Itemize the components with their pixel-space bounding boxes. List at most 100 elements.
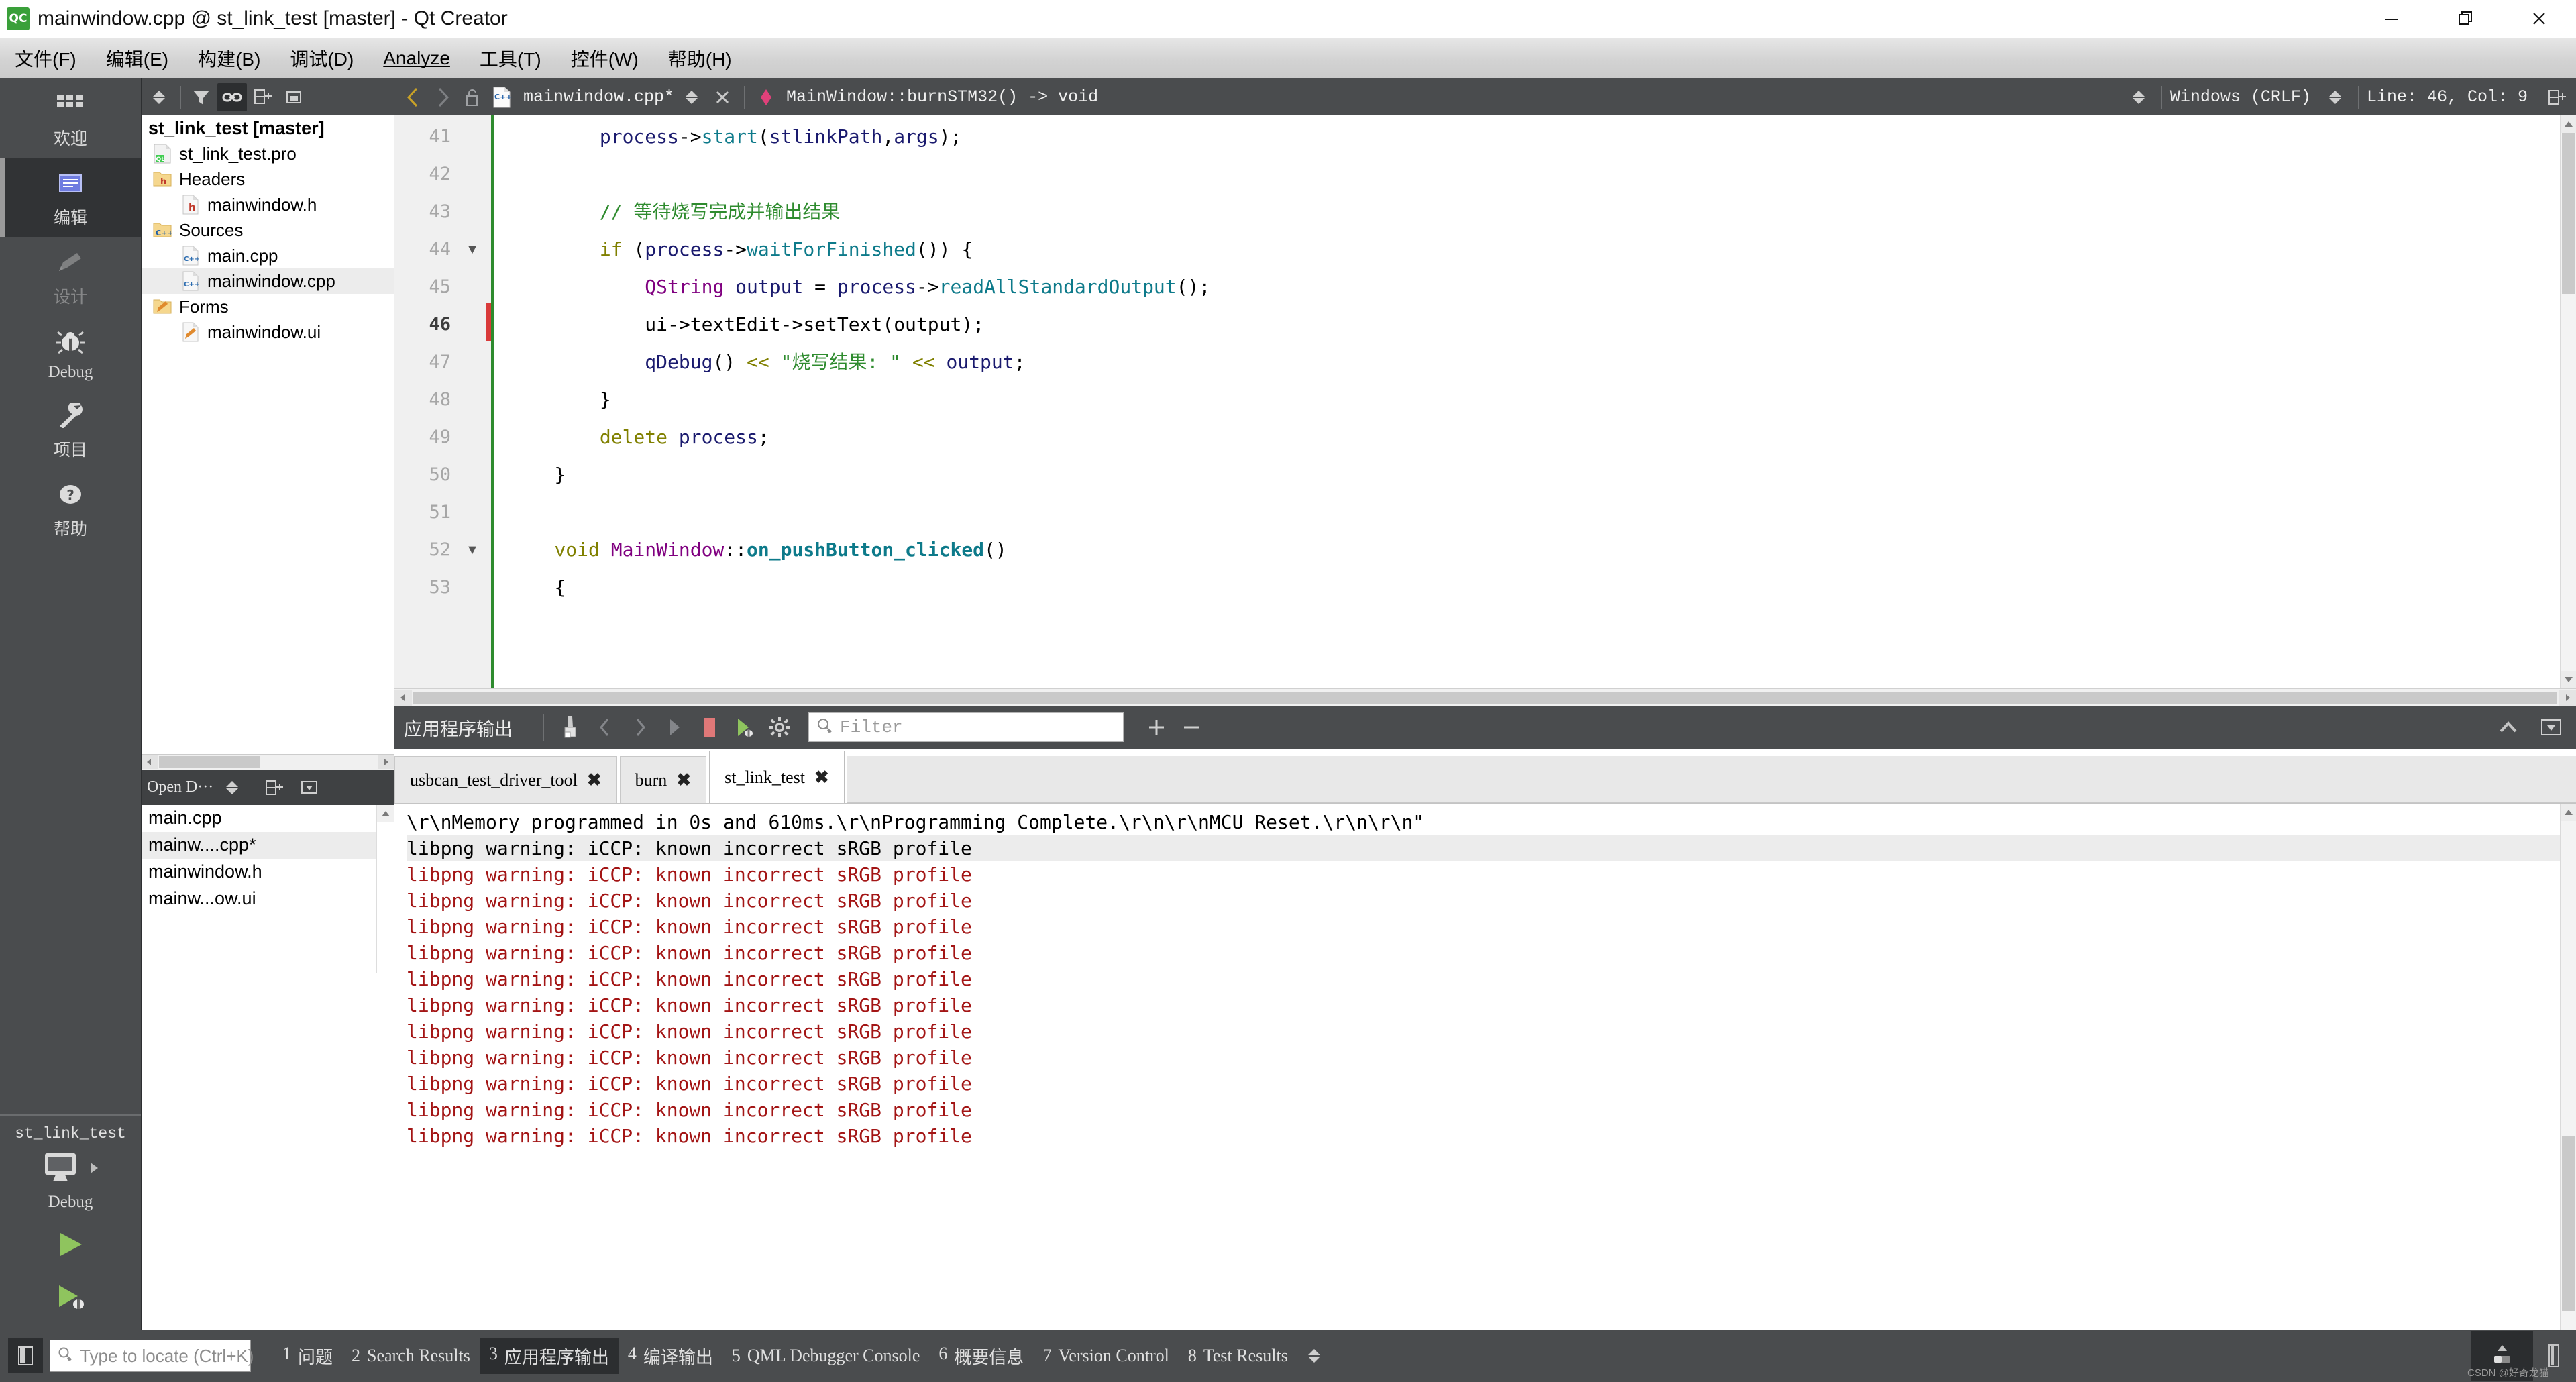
- list-item[interactable]: mainw...ow.ui: [142, 886, 394, 912]
- scroll-thumb[interactable]: [2562, 133, 2575, 294]
- tree-row[interactable]: C++ mainwindow.cpp: [142, 268, 394, 294]
- project-tree-hscrollbar[interactable]: [142, 754, 394, 770]
- scroll-up-arrow-icon[interactable]: [2561, 115, 2576, 133]
- stop-icon[interactable]: [694, 712, 725, 743]
- fold-indicator-column[interactable]: ▼▼: [459, 115, 486, 688]
- locator-input[interactable]: Type to locate (Ctrl+K): [50, 1340, 251, 1372]
- code-line[interactable]: [509, 156, 2560, 193]
- output-line[interactable]: libpng warning: iCCP: known incorrect sR…: [407, 992, 2560, 1018]
- unlock-icon[interactable]: [459, 84, 486, 111]
- mode-welcome[interactable]: 欢迎: [0, 78, 141, 158]
- clear-output-icon[interactable]: [555, 712, 586, 743]
- output-tab-burn[interactable]: burn ✖: [620, 756, 706, 803]
- document-list-spin-icon[interactable]: [680, 84, 706, 111]
- line-ending-selector[interactable]: Windows (CRLF): [2170, 87, 2311, 107]
- spin-icon[interactable]: [146, 83, 175, 111]
- split-editor-icon[interactable]: [2544, 84, 2571, 111]
- progress-details-icon[interactable]: CSDN @好奇龙猫: [2471, 1331, 2533, 1381]
- output-line[interactable]: libpng warning: iCCP: known incorrect sR…: [407, 835, 2560, 861]
- status-item-compile-output[interactable]: 4 编译输出: [619, 1338, 722, 1374]
- menu-debug[interactable]: 调试(D): [275, 42, 368, 74]
- list-item[interactable]: main.cpp: [142, 805, 394, 832]
- current-symbol[interactable]: MainWindow::burnSTM32() -> void: [786, 87, 1098, 107]
- settings-gear-icon[interactable]: [764, 712, 795, 743]
- close-tab-icon[interactable]: ✖: [587, 770, 602, 790]
- code-line[interactable]: [509, 494, 2560, 531]
- status-item-qml-debugger-console[interactable]: 5 QML Debugger Console: [722, 1340, 930, 1371]
- line-ending-spin-icon[interactable]: [2323, 84, 2350, 111]
- link-sync-icon[interactable]: [217, 83, 247, 111]
- status-item-application-output[interactable]: 3 应用程序输出: [480, 1338, 619, 1374]
- mode-edit[interactable]: 编辑: [0, 158, 141, 237]
- open-documents-spin-icon[interactable]: [219, 774, 248, 802]
- scroll-thumb[interactable]: [413, 692, 2557, 704]
- status-item-problems[interactable]: 1 问题: [273, 1338, 342, 1374]
- tree-row[interactable]: st_link_test [master]: [142, 115, 394, 141]
- mode-debug[interactable]: Debug: [0, 316, 141, 390]
- scroll-track[interactable]: [2561, 821, 2576, 1347]
- kit-expand-arrow-icon[interactable]: [88, 1161, 101, 1179]
- output-line[interactable]: libpng warning: iCCP: known incorrect sR…: [407, 1097, 2560, 1123]
- output-line[interactable]: libpng warning: iCCP: known incorrect sR…: [407, 1071, 2560, 1097]
- output-line[interactable]: libpng warning: iCCP: known incorrect sR…: [407, 888, 2560, 914]
- close-panel-icon[interactable]: [279, 83, 309, 111]
- mode-projects[interactable]: 项目: [0, 390, 141, 469]
- scroll-up-arrow-icon[interactable]: [2561, 804, 2576, 821]
- output-tab-st-link-test[interactable]: st_link_test ✖: [709, 751, 845, 803]
- tree-row[interactable]: mainwindow.ui: [142, 319, 394, 345]
- editor-vertical-scrollbar[interactable]: [2560, 115, 2576, 688]
- output-line[interactable]: \r\nMemory programmed in 0s and 610ms.\r…: [407, 809, 2560, 835]
- fold-toggle-icon[interactable]: ▼: [459, 531, 486, 569]
- code-line[interactable]: ui->textEdit->setText(output);: [509, 306, 2560, 343]
- split-add-icon[interactable]: [260, 774, 289, 802]
- code-line[interactable]: {: [509, 569, 2560, 606]
- code-line[interactable]: qDebug() << "烧写结果: " << output;: [509, 343, 2560, 381]
- maximize-pane-icon[interactable]: [2536, 712, 2567, 743]
- tree-row[interactable]: Qt st_link_test.pro: [142, 141, 394, 166]
- scroll-left-arrow-icon[interactable]: [142, 755, 158, 769]
- tree-row[interactable]: h mainwindow.h: [142, 192, 394, 217]
- symbol-spin-icon[interactable]: [2127, 84, 2153, 111]
- close-document-icon[interactable]: [709, 84, 736, 111]
- toggle-sidebar-icon[interactable]: [8, 1338, 43, 1373]
- output-line[interactable]: libpng warning: iCCP: known incorrect sR…: [407, 1045, 2560, 1071]
- open-documents-scrollbar[interactable]: [376, 805, 394, 973]
- output-line[interactable]: libpng warning: iCCP: known incorrect sR…: [407, 861, 2560, 888]
- split-add-icon[interactable]: [248, 83, 278, 111]
- output-tab-usbcan[interactable]: usbcan_test_driver_tool ✖: [394, 756, 617, 803]
- scroll-left-arrow-icon[interactable]: [394, 690, 412, 706]
- tree-row[interactable]: C++ main.cpp: [142, 243, 394, 268]
- run-icon[interactable]: [659, 712, 690, 743]
- menu-analyze[interactable]: Analyze: [368, 45, 465, 72]
- output-line[interactable]: libpng warning: iCCP: known incorrect sR…: [407, 940, 2560, 966]
- menu-file[interactable]: 文件(F): [0, 42, 91, 74]
- scroll-right-arrow-icon[interactable]: [378, 755, 394, 769]
- code-line[interactable]: QString output = process->readAllStandar…: [509, 268, 2560, 306]
- current-file-name[interactable]: mainwindow.cpp*: [523, 87, 674, 107]
- scroll-right-arrow-icon[interactable]: [2559, 690, 2576, 706]
- scroll-thumb[interactable]: [2562, 1136, 2575, 1311]
- status-item-general-messages[interactable]: 6 概要信息: [929, 1338, 1033, 1374]
- code-line[interactable]: delete process;: [509, 419, 2560, 456]
- close-tab-icon[interactable]: ✖: [814, 767, 829, 788]
- code-line[interactable]: if (process->waitForFinished()) {: [509, 231, 2560, 268]
- scroll-up-arrow-icon[interactable]: [377, 805, 394, 822]
- mode-design[interactable]: 设计: [0, 237, 141, 316]
- zoom-in-button[interactable]: [1141, 712, 1172, 743]
- tree-row[interactable]: h Headers: [142, 166, 394, 192]
- tree-row[interactable]: C++ Sources: [142, 217, 394, 243]
- output-line[interactable]: libpng warning: iCCP: known incorrect sR…: [407, 1123, 2560, 1149]
- prev-item-icon[interactable]: [590, 712, 621, 743]
- close-panel-icon[interactable]: [294, 774, 324, 802]
- open-documents-list[interactable]: main.cpp mainw....cpp* mainwindow.h main…: [142, 805, 394, 973]
- minimize-button[interactable]: [2355, 0, 2428, 38]
- code-line[interactable]: }: [509, 381, 2560, 419]
- output-text-area[interactable]: \r\nMemory programmed in 0s and 610ms.\r…: [394, 804, 2560, 1365]
- scroll-down-arrow-icon[interactable]: [2561, 671, 2576, 688]
- code-text-area[interactable]: process->start(stlinkPath,args); // 等待烧写…: [491, 115, 2560, 688]
- tree-row[interactable]: Forms: [142, 294, 394, 319]
- project-tree[interactable]: st_link_test [master] Qt st_link_test.pr…: [142, 115, 394, 754]
- code-line[interactable]: process->start(stlinkPath,args);: [509, 118, 2560, 156]
- next-item-icon[interactable]: [625, 712, 655, 743]
- menu-build[interactable]: 构建(B): [183, 42, 275, 74]
